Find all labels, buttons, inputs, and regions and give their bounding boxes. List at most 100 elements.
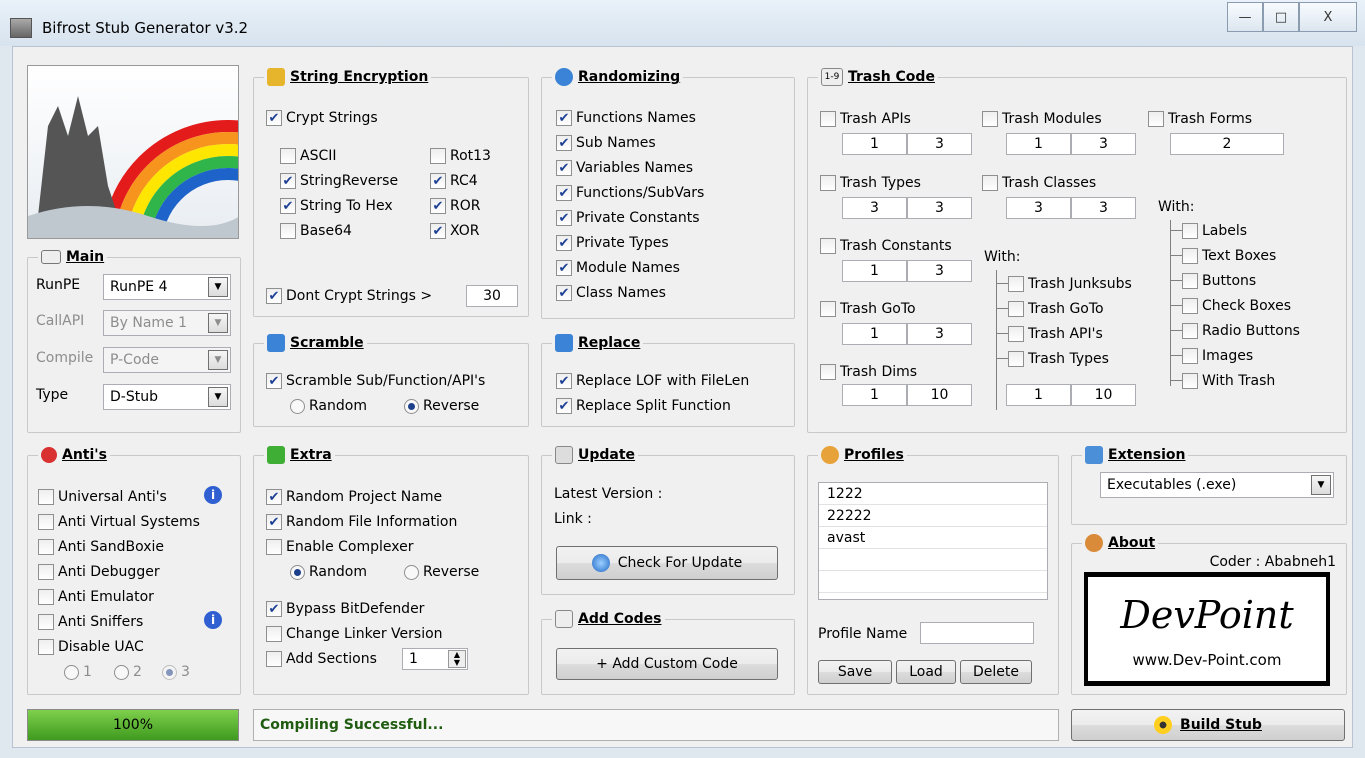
randomize-checkbox[interactable]: ✔ Sub Names	[556, 133, 656, 153]
trash-types-min[interactable]: 3	[842, 197, 907, 219]
randomize-checkbox[interactable]: ✔ Private Types	[556, 233, 669, 253]
rc4-checkbox[interactable]: ✔ RC4	[430, 171, 478, 191]
with-control-checkbox[interactable]: Text Boxes	[1182, 246, 1276, 266]
complexer-reverse-radio[interactable]: Reverse	[404, 562, 479, 582]
profiles-list[interactable]: 1222 22222 avast	[818, 482, 1048, 600]
trash-dims-max[interactable]: 10	[907, 384, 972, 406]
trash-goto-max[interactable]: 3	[907, 323, 972, 345]
anti-checkbox[interactable]: Anti SandBoxie	[38, 537, 164, 557]
random-file-checkbox[interactable]: ✔ Random File Information	[266, 512, 457, 532]
ror-checkbox[interactable]: ✔ ROR	[430, 196, 480, 216]
profile-name-input[interactable]	[920, 622, 1034, 644]
random-project-checkbox[interactable]: ✔ Random Project Name	[266, 487, 442, 507]
trash-classes-max[interactable]: 3	[1071, 197, 1136, 219]
with-control-checkbox[interactable]: With Trash	[1182, 371, 1275, 391]
base64-checkbox[interactable]: Base64	[280, 221, 352, 241]
anti-checkbox[interactable]: Anti Sniffers	[38, 612, 143, 632]
stringreverse-checkbox[interactable]: ✔ StringReverse	[280, 171, 398, 191]
load-button[interactable]: Load	[896, 660, 956, 684]
complexer-checkbox[interactable]: Enable Complexer	[266, 537, 413, 557]
randomize-checkbox[interactable]: ✔ Module Names	[556, 258, 680, 278]
sub-trash-checkbox[interactable]: Trash Types	[1008, 349, 1109, 369]
minimize-button[interactable]: —	[1227, 2, 1263, 32]
profile-list-item[interactable]: avast	[819, 527, 1047, 549]
trash-apis-min[interactable]: 1	[842, 133, 907, 155]
trash-constants-max[interactable]: 3	[907, 260, 972, 282]
close-button[interactable]: X	[1299, 2, 1357, 32]
anti-checkbox[interactable]: Disable UAC	[38, 637, 144, 657]
with-control-checkbox[interactable]: Labels	[1182, 221, 1247, 241]
with-control-checkbox[interactable]: Check Boxes	[1182, 296, 1291, 316]
trash-types-checkbox[interactable]: Trash Types	[820, 173, 921, 193]
dont-crypt-input[interactable]: 30	[466, 285, 518, 307]
type-select[interactable]: D-Stub ▼	[103, 384, 231, 410]
sub-trash-min[interactable]: 1	[1006, 384, 1071, 406]
trash-modules-checkbox[interactable]: Trash Modules	[982, 109, 1102, 129]
with-control-checkbox[interactable]: Buttons	[1182, 271, 1256, 291]
randomize-checkbox[interactable]: ✔ Functions/SubVars	[556, 183, 704, 203]
bypass-checkbox[interactable]: ✔ Bypass BitDefender	[266, 599, 424, 619]
randomize-checkbox[interactable]: ✔ Class Names	[556, 283, 666, 303]
sections-stepper[interactable]: 1 ▲ ▼	[402, 648, 468, 670]
sections-value: 1	[409, 651, 418, 667]
save-button[interactable]: Save	[818, 660, 892, 684]
sections-checkbox[interactable]: Add Sections	[266, 649, 377, 669]
profile-list-item[interactable]: 1222	[819, 483, 1047, 505]
profile-list-item[interactable]: 22222	[819, 505, 1047, 527]
sub-trash-max[interactable]: 10	[1071, 384, 1136, 406]
build-stub-button[interactable]: Build Stub	[1071, 709, 1345, 741]
dont-crypt-checkbox[interactable]: ✔ Dont Crypt Strings >	[266, 286, 432, 306]
replace-lof-checkbox[interactable]: ✔ Replace LOF with FileLen	[556, 371, 749, 391]
trash-modules-max[interactable]: 3	[1071, 133, 1136, 155]
maximize-button[interactable]: □	[1263, 2, 1299, 32]
rot13-checkbox[interactable]: Rot13	[430, 146, 491, 166]
sub-trash-checkbox[interactable]: Trash GoTo	[1008, 299, 1104, 319]
trash-types-max[interactable]: 3	[907, 197, 972, 219]
info-icon[interactable]: i	[204, 486, 222, 504]
replace-split-checkbox[interactable]: ✔ Replace Split Function	[556, 396, 731, 416]
anti-checkbox[interactable]: Anti Virtual Systems	[38, 512, 200, 532]
string-to-hex-checkbox[interactable]: ✔ String To Hex	[280, 196, 393, 216]
extension-select[interactable]: Executables (.exe) ▼	[1100, 472, 1334, 498]
ascii-checkbox[interactable]: ASCII	[280, 146, 337, 166]
anti-checkbox[interactable]: Anti Debugger	[38, 562, 160, 582]
randomize-checkbox[interactable]: ✔ Functions Names	[556, 108, 696, 128]
trash-classes-min[interactable]: 3	[1006, 197, 1071, 219]
spin-arrows-icon[interactable]: ▲ ▼	[448, 650, 466, 668]
scramble-checkbox[interactable]: ✔ Scramble Sub/Function/API's	[266, 371, 485, 391]
with-control-checkbox[interactable]: Images	[1182, 346, 1253, 366]
add-custom-code-button[interactable]: + Add Custom Code	[556, 648, 778, 680]
complexer-random-radio[interactable]: Random	[290, 562, 367, 582]
trash-apis-max[interactable]: 3	[907, 133, 972, 155]
trash-forms-checkbox[interactable]: Trash Forms	[1148, 109, 1252, 129]
trash-classes-checkbox[interactable]: Trash Classes	[982, 173, 1096, 193]
randomize-checkbox[interactable]: ✔ Variables Names	[556, 158, 693, 178]
runpe-select[interactable]: RunPE 4 ▼	[103, 274, 231, 300]
trash-goto-min[interactable]: 1	[842, 323, 907, 345]
logo-url[interactable]: www.Dev-Point.com	[1088, 651, 1326, 669]
check-update-button[interactable]: Check For Update	[556, 546, 778, 580]
trash-dims-checkbox[interactable]: Trash Dims	[820, 362, 917, 382]
checkbox-icon	[1182, 348, 1198, 364]
anti-checkbox[interactable]: Anti Emulator	[38, 587, 154, 607]
trash-modules-min[interactable]: 1	[1006, 133, 1071, 155]
trash-constants-checkbox[interactable]: Trash Constants	[820, 236, 952, 256]
anti-checkbox[interactable]: Universal Anti's	[38, 487, 167, 507]
trash-constants-min[interactable]: 1	[842, 260, 907, 282]
randomize-checkbox[interactable]: ✔ Private Constants	[556, 208, 700, 228]
trash-apis-checkbox[interactable]: Trash APIs	[820, 109, 911, 129]
xor-checkbox[interactable]: ✔ XOR	[430, 221, 479, 241]
scramble-random-radio[interactable]: Random	[290, 396, 367, 416]
with-control-checkbox[interactable]: Radio Buttons	[1182, 321, 1300, 341]
crypt-strings-checkbox[interactable]: ✔ Crypt Strings	[266, 108, 378, 128]
info-icon[interactable]: i	[204, 611, 222, 629]
trash-dims-min[interactable]: 1	[842, 384, 907, 406]
delete-button[interactable]: Delete	[960, 660, 1032, 684]
sub-trash-checkbox[interactable]: Trash API's	[1008, 324, 1103, 344]
linker-checkbox[interactable]: Change Linker Version	[266, 624, 443, 644]
sub-trash-checkbox[interactable]: Trash Junksubs	[1008, 274, 1132, 294]
trash-forms-input[interactable]: 2	[1170, 133, 1284, 155]
trash-goto-checkbox[interactable]: Trash GoTo	[820, 299, 916, 319]
scramble-reverse-radio[interactable]: Reverse	[404, 396, 479, 416]
chevron-down-icon: ▼	[208, 387, 228, 407]
